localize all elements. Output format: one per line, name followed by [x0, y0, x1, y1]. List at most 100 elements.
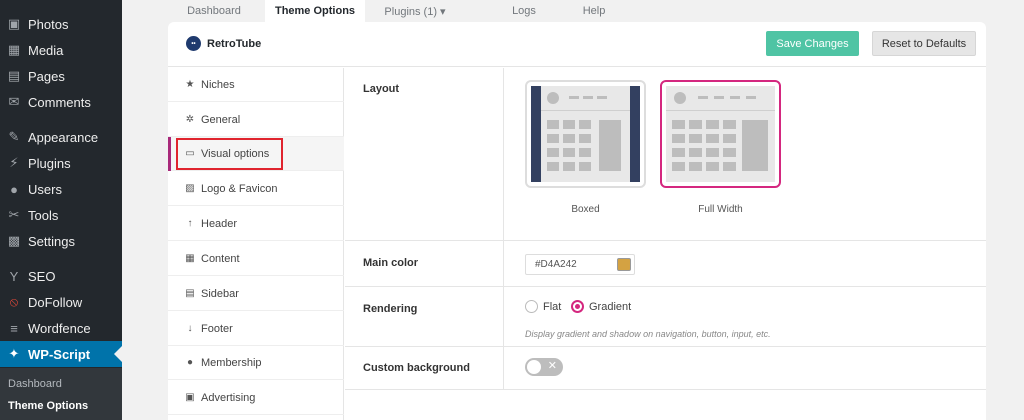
settings-item-label: General — [201, 113, 241, 126]
settings-item-label: Niches — [201, 78, 235, 91]
settings-item-label: Footer — [201, 322, 233, 335]
pages-icon: ▤ — [7, 68, 21, 83]
wp-menu-plugins[interactable]: ⚡ Plugins — [0, 150, 122, 176]
sidebar-icon: ▤ — [185, 288, 195, 299]
wp-menu-label: DoFollow — [28, 294, 83, 310]
gradient-label: Gradient — [589, 300, 632, 313]
rendering-hint: Display gradient and shadow on navigatio… — [525, 329, 771, 339]
main-color-label: Main color — [363, 257, 419, 269]
boxed-caption: Boxed — [571, 204, 600, 215]
layout-row: Layout Boxed Full Width — [345, 68, 986, 241]
plugins-icon: ⚡ — [9, 155, 19, 170]
wp-menu-comments[interactable]: ✉ Comments — [0, 89, 122, 115]
main-color-input[interactable]: #D4A242 — [525, 254, 635, 275]
settings-item-footer[interactable]: ↓ Footer — [168, 312, 344, 346]
rendering-label: Rendering — [363, 303, 418, 315]
gear-icon: ✲ — [185, 114, 195, 125]
wp-menu-label: Tools — [28, 207, 59, 223]
radio-dot — [525, 300, 538, 313]
wordfence-icon: ≡ — [10, 320, 18, 336]
main-color-value: #D4A242 — [535, 259, 577, 270]
submenu-dashboard[interactable]: Dashboard — [8, 378, 62, 390]
wp-menu-label: Settings — [28, 233, 75, 249]
reset-defaults-button[interactable]: Reset to Defaults — [872, 31, 976, 56]
save-changes-button[interactable]: Save Changes — [766, 31, 859, 56]
wp-menu-photos[interactable]: ▣ Photos — [0, 11, 122, 37]
settings-item-logo-favicon[interactable]: ▨ Logo & Favicon — [168, 172, 344, 206]
star-icon: ★ — [185, 79, 195, 90]
wp-menu-label: WP-Script — [28, 346, 91, 362]
settings-item-niches[interactable]: ★ Niches — [168, 68, 344, 102]
settings-item-header[interactable]: ↑ Header — [168, 207, 344, 241]
grid-icon: ▦ — [185, 253, 195, 264]
settings-item-label: Content — [201, 252, 240, 265]
close-icon: ✕ — [547, 360, 557, 372]
settings-item-membership[interactable]: ● Membership — [168, 346, 344, 380]
theme-options-panel: •• RetroTube Save Changes Reset to Defau… — [168, 22, 986, 420]
layout-option-boxed[interactable] — [525, 80, 646, 188]
rendering-row: Rendering Flat Gradient Display gradient… — [345, 287, 986, 347]
custom-background-toggle[interactable]: ✕ — [525, 358, 563, 376]
wp-script-icon: ✦ — [8, 346, 20, 361]
tab-plugins[interactable]: Plugins (1) ▾ — [370, 0, 460, 22]
seo-icon: Y — [9, 268, 19, 284]
wp-menu-seo[interactable]: Y SEO — [0, 263, 122, 289]
custom-background-label: Custom background — [363, 362, 470, 374]
retrotube-logo: •• RetroTube — [186, 36, 261, 51]
settings-item-content[interactable]: ▦ Content — [168, 242, 344, 276]
wp-menu-label: Pages — [28, 68, 65, 84]
wp-menu-settings[interactable]: ▩ Settings — [0, 228, 122, 254]
wp-menu-label: Users — [28, 181, 62, 197]
settings-item-advertising[interactable]: ▣ Advertising — [168, 381, 344, 415]
wp-menu-label: Appearance — [28, 129, 99, 145]
tools-icon: ✂ — [8, 207, 20, 222]
layout-option-full-width[interactable] — [660, 80, 781, 188]
settings-item-sidebar[interactable]: ▤ Sidebar — [168, 277, 344, 311]
tab-help[interactable]: Help — [570, 0, 618, 22]
wp-menu-label: Media — [28, 42, 64, 58]
submenu-theme-options[interactable]: Theme Options — [8, 400, 88, 412]
wp-menu-label: Plugins — [28, 155, 71, 171]
custom-background-row: Custom background ✕ — [345, 347, 986, 390]
tab-theme-options[interactable]: Theme Options — [265, 0, 365, 22]
wp-menu-wordfence[interactable]: ≡ Wordfence — [0, 315, 122, 341]
settings-item-label: Sidebar — [201, 287, 239, 300]
photos-icon: ▣ — [7, 16, 21, 31]
user-icon: ● — [186, 357, 194, 368]
logo-text: RetroTube — [207, 37, 262, 50]
wp-menu-tools[interactable]: ✂ Tools — [0, 202, 122, 228]
boxed-layout-icon — [531, 86, 640, 182]
toggle-knob — [527, 360, 541, 374]
settings-item-label: Logo & Favicon — [201, 182, 278, 195]
settings-item-label: Membership — [201, 356, 262, 369]
wp-menu-pages[interactable]: ▤ Pages — [0, 63, 122, 89]
wp-menu-appearance[interactable]: ✎ Appearance — [0, 124, 122, 150]
radio-dot-selected — [571, 300, 584, 313]
color-swatch[interactable] — [617, 258, 631, 271]
panel-header: •• RetroTube Save Changes Reset to Defau… — [168, 22, 986, 67]
image-icon: ▨ — [185, 183, 195, 194]
wp-menu-dofollow[interactable]: ⦸ DoFollow — [0, 289, 122, 315]
row-divider — [503, 347, 504, 389]
rendering-flat-radio[interactable]: Flat — [525, 300, 561, 313]
dofollow-icon: ⦸ — [9, 294, 19, 309]
settings-item-label: Advertising — [201, 391, 256, 404]
wp-menu-media[interactable]: ▦ Media — [0, 37, 122, 63]
wp-admin-sidebar: ▣ Photos ▦ Media ▤ Pages ✉ Comments ✎ Ap… — [0, 0, 122, 420]
tab-dashboard[interactable]: Dashboard — [174, 0, 254, 22]
wp-menu-users[interactable]: ● Users — [0, 176, 122, 202]
settings-menu: ★ Niches ✲ General ▭ Visual options ▨ Lo… — [168, 68, 344, 420]
row-divider — [503, 68, 504, 240]
wp-menu-wp-script[interactable]: ✦ WP-Script — [0, 341, 122, 367]
wp-script-submenu: Dashboard Theme Options — [0, 368, 122, 420]
arrow-down-icon: ↓ — [187, 323, 193, 334]
media-icon: ▦ — [7, 42, 21, 57]
settings-item-general[interactable]: ✲ General — [168, 103, 344, 137]
wp-menu-label: Wordfence — [28, 320, 91, 336]
wp-menu-label: Photos — [28, 16, 69, 32]
retrotube-logo-icon: •• — [186, 36, 201, 51]
full-width-layout-icon — [666, 86, 775, 182]
tab-logs[interactable]: Logs — [492, 0, 556, 22]
settings-item-visual-options[interactable]: ▭ Visual options — [168, 137, 344, 171]
rendering-gradient-radio[interactable]: Gradient — [571, 300, 631, 313]
